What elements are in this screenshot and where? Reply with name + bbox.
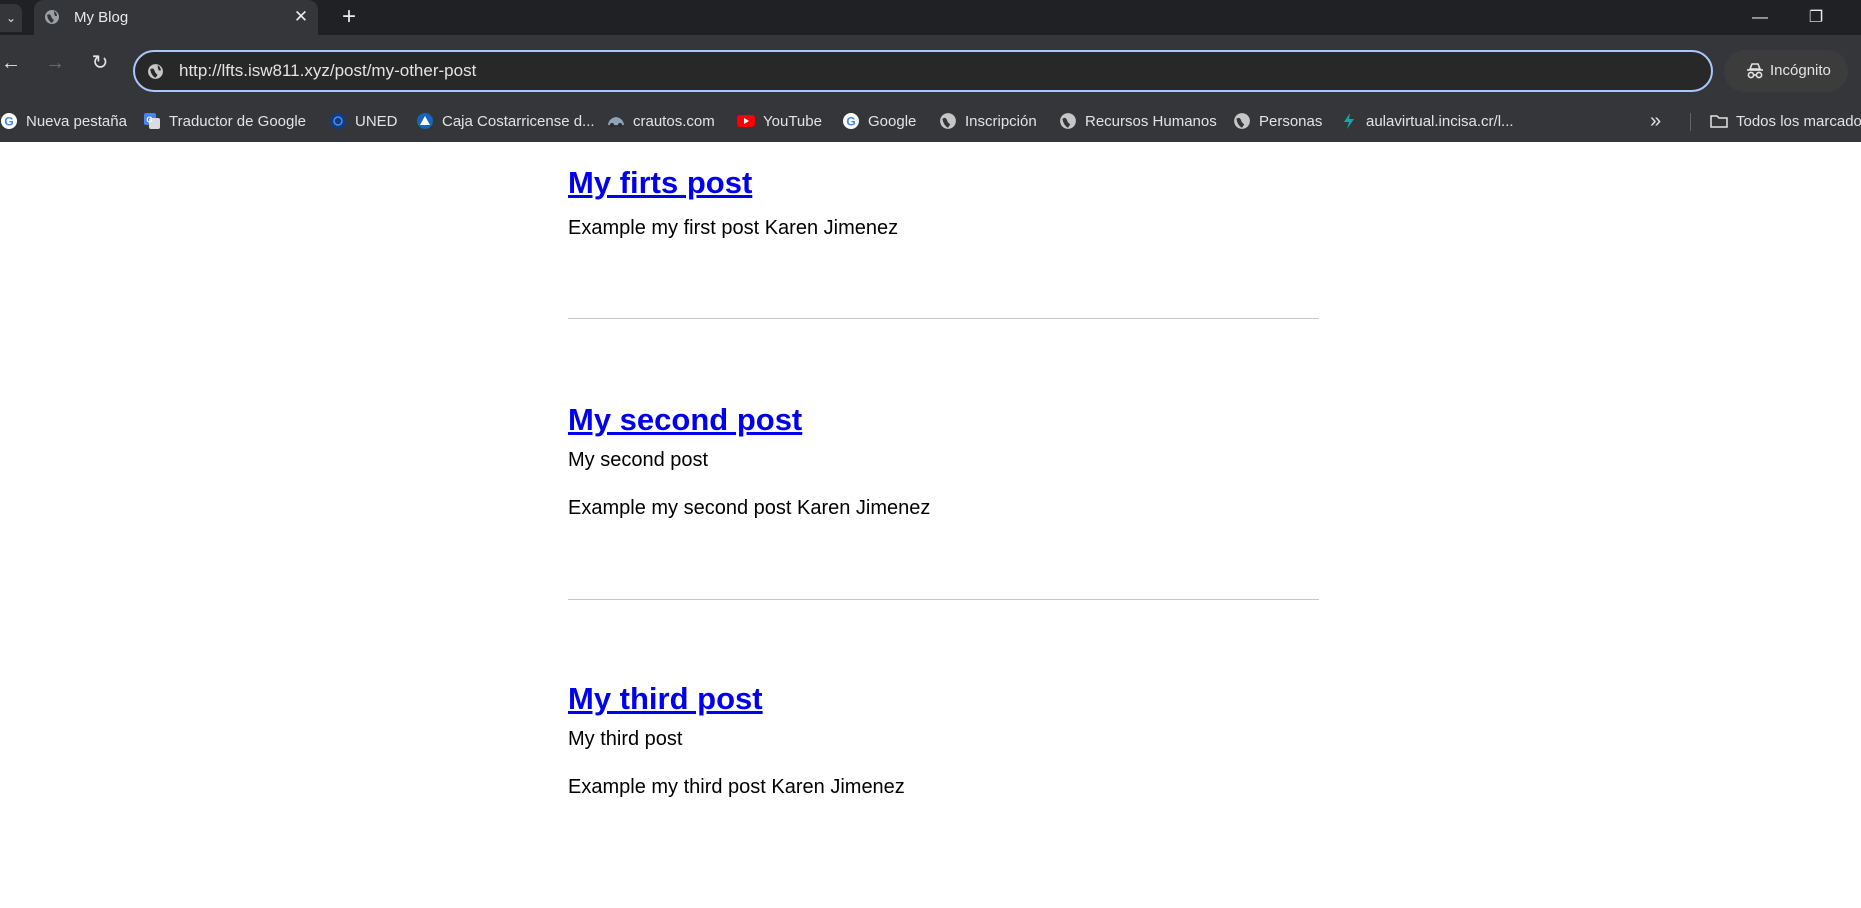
globe-icon [940,113,956,129]
post-divider [568,599,1319,600]
google-icon: G [1,113,17,129]
bookmark-label: YouTube [763,112,822,130]
bookmarks-overflow-button[interactable]: » [1650,101,1661,141]
bookmark-label: Inscripción [965,112,1037,130]
globe-icon [45,10,59,24]
crautos-icon [608,117,624,127]
svg-text:G: G [4,115,13,129]
active-tab[interactable]: My Blog ✕ [34,0,318,35]
tab-title: My Blog [74,9,129,26]
tab-search-button[interactable]: ⌄ [0,4,22,32]
globe-icon [1060,113,1076,129]
bookmark-label: Recursos Humanos [1085,112,1217,130]
restore-button[interactable]: ❐ [1793,0,1839,35]
site-info-icon[interactable] [147,63,164,80]
bookmark-google[interactable]: G Google [842,101,916,141]
address-bar[interactable] [133,50,1713,92]
post-body: Example my third post Karen Jimenez [568,776,905,798]
post-title: My firts post [568,165,1319,201]
svg-text:G: G [146,116,152,125]
post-1: My firts post Example my first post Kare… [568,165,1319,239]
bookmark-youtube[interactable]: YouTube [737,101,822,141]
google-icon: G [843,113,859,129]
bookmark-label: aulavirtual.incisa.cr/l... [1366,112,1514,130]
ccss-icon [417,113,433,129]
bookmark-label: Traductor de Google [169,112,307,130]
globe-icon [1234,113,1250,129]
incognito-icon [1747,63,1763,79]
bookmarks-bar: G Nueva pestaña G Traductor de Google UN… [0,101,1861,141]
bookmark-label: Caja Costarricense d... [442,112,595,130]
post-excerpt: My second post [568,449,709,471]
chevron-down-icon: ⌄ [5,11,17,25]
new-tab-button[interactable]: + [336,4,362,30]
youtube-icon [737,115,755,127]
bookmark-inscripcion[interactable]: Inscripción [939,101,1037,141]
all-bookmarks-button[interactable]: Todos los marcado [1710,101,1861,141]
arrow-left-icon: ← [1,52,21,74]
google-translate-icon: G [144,113,160,129]
bookmark-label: UNED [355,112,398,130]
back-button[interactable]: ← [0,49,25,77]
minimize-button[interactable]: — [1737,0,1783,35]
post-2: My second post My second post Example my… [568,402,1319,519]
folder-icon [1710,115,1728,128]
svg-text:G: G [846,115,855,129]
post-excerpt: My third post [568,728,683,750]
reload-button[interactable]: ↻ [86,49,114,77]
post-title: My third post [568,681,1319,717]
bookmark-label: Personas [1259,112,1323,130]
bookmark-traductor[interactable]: G Traductor de Google [143,101,306,141]
bookmark-label: Google [868,112,917,130]
bookmark-aulavirtual[interactable]: aulavirtual.incisa.cr/l... [1340,101,1514,141]
post-title-link[interactable]: My third post [568,681,763,716]
tab-strip: ⌄ My Blog ✕ + — ❐ [0,0,1861,35]
post-divider [568,318,1319,319]
bookmark-label: crautos.com [633,112,715,130]
browser-toolbar: ← → ↻ Incógnito G Nueva pesta [0,35,1861,142]
incognito-label: Incógnito [1770,62,1831,79]
post-body: Example my second post Karen Jimenez [568,497,931,519]
bookmark-recursos-humanos[interactable]: Recursos Humanos [1059,101,1217,141]
post-3: My third post My third post Example my t… [568,681,1319,798]
bookmark-ccss[interactable]: Caja Costarricense d... [416,101,595,141]
bookmark-nueva-pestana[interactable]: G Nueva pestaña [0,101,127,141]
post-title-link[interactable]: My firts post [568,165,752,200]
forward-button[interactable]: → [41,49,69,77]
bookmark-uned[interactable]: UNED [329,101,398,141]
post-title: My second post [568,402,1319,438]
bookmark-crautos[interactable]: crautos.com [607,101,715,141]
close-tab-icon[interactable]: ✕ [292,8,310,26]
bookmark-personas[interactable]: Personas [1233,101,1322,141]
bookmark-label: Nueva pestaña [26,112,127,130]
arrow-right-icon: → [45,52,65,74]
reload-icon: ↻ [91,52,109,74]
post-body: Example my first post Karen Jimenez [568,217,899,239]
uned-icon [330,113,346,129]
url-input[interactable] [179,60,1679,82]
bookmarks-separator [1690,113,1691,131]
post-title-link[interactable]: My second post [568,402,802,437]
incognito-button[interactable]: Incógnito [1724,50,1848,92]
all-bookmarks-label: Todos los marcado [1736,112,1861,130]
aulavirtual-icon [1344,113,1354,129]
